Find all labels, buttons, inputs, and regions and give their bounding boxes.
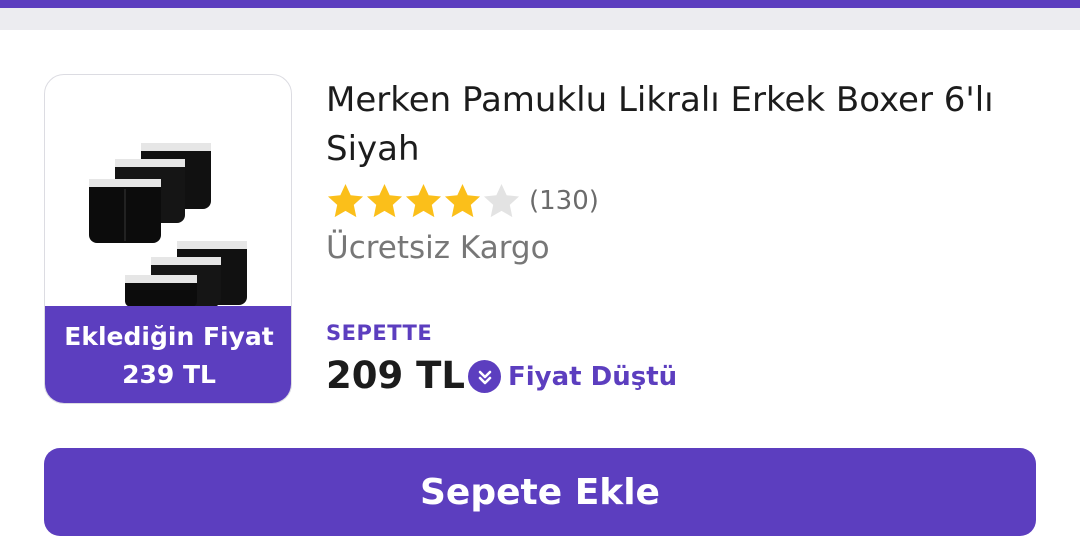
added-price-label: Eklediğin Fiyat: [64, 321, 274, 351]
add-to-cart-button[interactable]: Sepete Ekle: [44, 448, 1036, 536]
rating[interactable]: (130): [326, 180, 599, 222]
section-divider: [0, 8, 1080, 30]
review-count: (130): [529, 186, 599, 216]
product-image-card[interactable]: Eklediğin Fiyat 239 TL: [44, 74, 292, 404]
star-filled-icon: [366, 183, 403, 217]
free-shipping-label: Ücretsiz Kargo: [326, 230, 550, 266]
added-price-banner: Eklediğin Fiyat 239 TL: [45, 306, 291, 403]
price-drop-badge: Fiyat Düştü: [468, 360, 677, 393]
product-title[interactable]: Merken Pamuklu Likralı Erkek Boxer 6'lı …: [326, 76, 1046, 174]
star-filled-icon: [444, 183, 481, 217]
rating-stars: [326, 182, 521, 221]
cart-price: 209 TL: [326, 354, 465, 397]
double-chevron-down-icon: [468, 360, 501, 393]
star-empty-icon: [483, 183, 520, 217]
added-price-value: 239 TL: [122, 359, 216, 389]
price-drop-text: Fiyat Düştü: [508, 361, 678, 392]
star-filled-icon: [327, 183, 364, 217]
cart-label: SEPETTE: [326, 321, 433, 345]
star-filled-icon: [405, 183, 442, 217]
product-image: [89, 143, 247, 307]
top-accent-bar: [0, 0, 1080, 8]
